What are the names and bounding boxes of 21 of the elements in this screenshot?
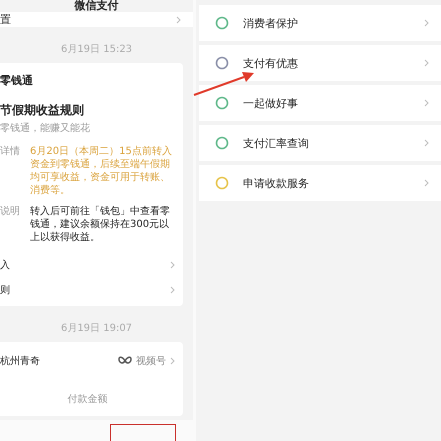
- service-row[interactable]: 消费者保护: [199, 5, 441, 41]
- screen-title: 微信支付: [74, 0, 118, 12]
- field-label: 说明: [0, 205, 20, 219]
- service-row[interactable]: 支付有优惠: [199, 45, 441, 81]
- app-name: 零钱通: [0, 73, 34, 88]
- message-title: 节假期收益规则: [0, 102, 85, 119]
- link-row[interactable]: 入: [0, 252, 175, 277]
- field-value: 转入后可前往「钱包」中查看零钱通，建议余额保持在300元以上以获得收益。: [30, 205, 171, 244]
- service-row[interactable]: 申请收款服务: [199, 165, 441, 201]
- link-row[interactable]: 则: [0, 277, 175, 302]
- message-time: 6月19日 15:23: [60, 43, 134, 57]
- service-row[interactable]: 一起做好事: [199, 85, 441, 121]
- field-label: 详情: [0, 145, 20, 159]
- settings-row[interactable]: 置: [0, 12, 193, 27]
- field-value: 6月20日（本周二）15点前转入资金到零钱通，后续至端午假期均可享收益，资金可用于转账、消费等。: [30, 145, 173, 197]
- message-subtitle: 零钱通，能赚又能花: [0, 122, 91, 135]
- source-label[interactable]: 视频号: [136, 354, 166, 368]
- merchant-name: 杭州青奇: [0, 354, 40, 368]
- service-row[interactable]: 支付汇率查询: [199, 125, 441, 161]
- message-time: 6月19日 19:07: [60, 322, 134, 336]
- amount-label: 付款金额: [66, 392, 108, 406]
